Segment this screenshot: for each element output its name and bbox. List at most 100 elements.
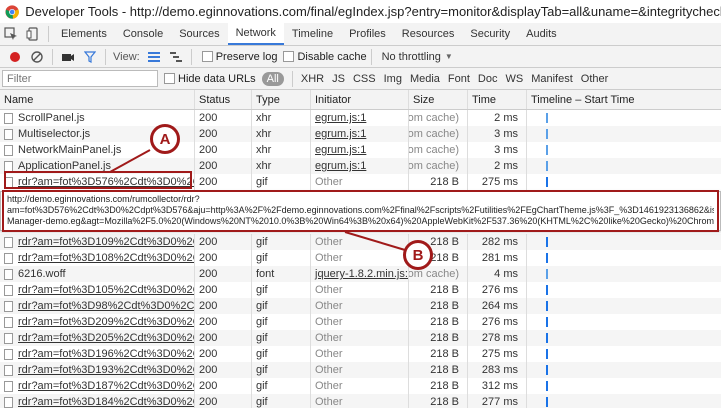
cell-timeline bbox=[527, 110, 721, 126]
cell-status: 200 bbox=[195, 330, 252, 346]
tab-resources[interactable]: Resources bbox=[394, 23, 463, 45]
table-row[interactable]: rdr?am=fot%3D108%2Cdt%3D0%2Cdpt%3D200gif… bbox=[0, 250, 721, 266]
table-row[interactable]: rdr?am=fot%3D193%2Cdt%3D0%2Cdpt%3D200gif… bbox=[0, 362, 721, 378]
list-view-icon[interactable] bbox=[143, 46, 165, 68]
tab-audits[interactable]: Audits bbox=[518, 23, 565, 45]
table-row[interactable]: rdr?am=fot%3D105%2Cdt%3D0%2Cdpt%3D200gif… bbox=[0, 282, 721, 298]
type-filter-xhr[interactable]: XHR bbox=[301, 73, 324, 85]
table-row[interactable]: Multiselector.js 200xhregrum.js:1(from ca… bbox=[0, 126, 721, 142]
request-name[interactable]: 6216.woff bbox=[18, 268, 66, 280]
column-header-timeline[interactable]: Timeline – Start Time bbox=[527, 90, 721, 109]
tab-network[interactable]: Network bbox=[227, 23, 284, 45]
request-name[interactable]: rdr?am=fot%3D209%2Cdt%3D0%2Cdpt%3D bbox=[18, 316, 194, 328]
camera-icon[interactable] bbox=[57, 46, 79, 68]
throttling-value: No throttling bbox=[381, 50, 441, 63]
column-header-time[interactable]: Time bbox=[468, 90, 527, 109]
type-filter-js[interactable]: JS bbox=[332, 73, 345, 85]
tab-security[interactable]: Security bbox=[462, 23, 518, 45]
table-row[interactable]: ScrollPanel.js 200xhregrum.js:1(from cach… bbox=[0, 110, 721, 126]
annotation-a: A bbox=[150, 124, 180, 154]
table-row[interactable]: rdr?am=fot%3D196%2Cdt%3D0%2Cdpt%3D200gif… bbox=[0, 346, 721, 362]
filter-input[interactable] bbox=[2, 70, 158, 87]
preserve-log-label: Preserve log bbox=[215, 50, 278, 63]
waterfall-bar bbox=[546, 301, 548, 311]
cell-type: gif bbox=[252, 250, 311, 266]
type-filter-img[interactable]: Img bbox=[384, 73, 402, 85]
table-row[interactable]: rdr?am=fot%3D187%2Cdt%3D0%2Cdpt%3D200gif… bbox=[0, 378, 721, 394]
request-name[interactable]: rdr?am=fot%3D193%2Cdt%3D0%2Cdpt%3D bbox=[18, 364, 194, 376]
type-filter-manifest[interactable]: Manifest bbox=[531, 73, 573, 85]
type-filter-all[interactable]: All bbox=[261, 71, 284, 86]
tab-elements[interactable]: Elements bbox=[53, 23, 115, 45]
disable-cache-checkbox[interactable] bbox=[283, 51, 295, 62]
record-icon[interactable] bbox=[4, 46, 26, 68]
throttling-select[interactable]: No throttling ▼ bbox=[382, 51, 453, 63]
hide-data-urls-checkbox[interactable] bbox=[164, 73, 175, 84]
cell-initiator[interactable]: jquery-1.8.2.min.js:60 bbox=[311, 266, 409, 282]
request-name[interactable]: Multiselector.js bbox=[18, 128, 90, 140]
cell-time: 281 ms bbox=[468, 250, 527, 266]
table-row[interactable]: rdr?am=fot%3D109%2Cdt%3D0%2Cdpt%3D200gif… bbox=[0, 234, 721, 250]
request-name[interactable]: rdr?am=fot%3D205%2Cdt%3D0%2Cdpt%3D bbox=[18, 332, 194, 344]
cell-initiator: Other bbox=[311, 282, 409, 298]
request-name[interactable]: rdr?am=fot%3D196%2Cdt%3D0%2Cdpt%3D bbox=[18, 348, 194, 360]
toolbar-divider bbox=[190, 48, 192, 65]
request-name[interactable]: rdr?am=fot%3D184%2Cdt%3D0%2Cdpt%3D bbox=[18, 396, 194, 408]
request-name[interactable]: rdr?am=fot%3D108%2Cdt%3D0%2Cdpt%3D bbox=[18, 252, 194, 264]
cell-size: 218 B bbox=[409, 174, 468, 190]
cell-status: 200 bbox=[195, 266, 252, 282]
type-filter-css[interactable]: CSS bbox=[353, 73, 376, 85]
cell-size: (from cache) bbox=[409, 142, 468, 158]
cell-timeline bbox=[527, 282, 721, 298]
cell-type: xhr bbox=[252, 110, 311, 126]
tab-profiles[interactable]: Profiles bbox=[341, 23, 394, 45]
table-row[interactable]: rdr?am=fot%3D184%2Cdt%3D0%2Cdpt%3D200gif… bbox=[0, 394, 721, 408]
waterfall-view-icon[interactable] bbox=[165, 46, 187, 68]
table-row[interactable]: rdr?am=fot%3D209%2Cdt%3D0%2Cdpt%3D200gif… bbox=[0, 314, 721, 330]
waterfall-bar bbox=[546, 269, 548, 279]
column-header-type[interactable]: Type bbox=[252, 90, 311, 109]
table-row[interactable]: rdr?am=fot%3D98%2Cdt%3D0%2Cdpt%3D200gifO… bbox=[0, 298, 721, 314]
table-row[interactable]: rdr?am=fot%3D205%2Cdt%3D0%2Cdpt%3D200gif… bbox=[0, 330, 721, 346]
cell-initiator[interactable]: egrum.js:1 bbox=[311, 142, 409, 158]
cell-name: rdr?am=fot%3D187%2Cdt%3D0%2Cdpt%3D bbox=[0, 378, 195, 394]
clear-icon[interactable] bbox=[26, 46, 48, 68]
file-icon bbox=[4, 112, 13, 124]
cell-initiator[interactable]: egrum.js:1 bbox=[311, 126, 409, 142]
column-header-size[interactable]: Size bbox=[409, 90, 468, 109]
cell-name: rdr?am=fot%3D105%2Cdt%3D0%2Cdpt%3D bbox=[0, 282, 195, 298]
cell-time: 3 ms bbox=[468, 126, 527, 142]
table-row[interactable]: NetworkMainPanel.js 200xhregrum.js:1(from… bbox=[0, 142, 721, 158]
inspect-icon[interactable] bbox=[0, 23, 22, 45]
type-filter-font[interactable]: Font bbox=[448, 73, 470, 85]
table-row[interactable]: 6216.woff200fontjquery-1.8.2.min.js:60(f… bbox=[0, 266, 721, 282]
type-filter-media[interactable]: Media bbox=[410, 73, 440, 85]
request-name[interactable]: rdr?am=fot%3D105%2Cdt%3D0%2Cdpt%3D bbox=[18, 284, 194, 296]
column-header-name[interactable]: Name bbox=[0, 90, 195, 109]
type-filter-other[interactable]: Other bbox=[581, 73, 609, 85]
cell-status: 200 bbox=[195, 314, 252, 330]
cell-time: 278 ms bbox=[468, 330, 527, 346]
file-icon bbox=[4, 252, 13, 264]
column-header-initiator[interactable]: Initiator bbox=[311, 90, 409, 109]
cell-status: 200 bbox=[195, 362, 252, 378]
request-name[interactable]: rdr?am=fot%3D98%2Cdt%3D0%2Cdpt%3D bbox=[18, 300, 194, 312]
tab-timeline[interactable]: Timeline bbox=[284, 23, 341, 45]
type-filter-ws[interactable]: WS bbox=[505, 73, 523, 85]
annotation-a-circle: A bbox=[150, 124, 180, 154]
column-header-status[interactable]: Status bbox=[195, 90, 252, 109]
type-filter-doc[interactable]: Doc bbox=[478, 73, 498, 85]
preserve-log-checkbox[interactable] bbox=[201, 51, 213, 62]
filter-icon[interactable] bbox=[79, 46, 101, 68]
cell-initiator[interactable]: egrum.js:1 bbox=[311, 158, 409, 174]
tab-sources[interactable]: Sources bbox=[171, 23, 227, 45]
request-name[interactable]: rdr?am=fot%3D109%2Cdt%3D0%2Cdpt%3D bbox=[18, 236, 194, 248]
cell-time: 283 ms bbox=[468, 362, 527, 378]
request-name[interactable]: NetworkMainPanel.js bbox=[18, 144, 121, 156]
cell-initiator[interactable]: egrum.js:1 bbox=[311, 110, 409, 126]
tab-console[interactable]: Console bbox=[115, 23, 171, 45]
device-icon[interactable] bbox=[22, 23, 44, 45]
request-name[interactable]: rdr?am=fot%3D187%2Cdt%3D0%2Cdpt%3D bbox=[18, 380, 194, 392]
request-name[interactable]: ScrollPanel.js bbox=[18, 112, 85, 124]
cell-name: rdr?am=fot%3D98%2Cdt%3D0%2Cdpt%3D bbox=[0, 298, 195, 314]
